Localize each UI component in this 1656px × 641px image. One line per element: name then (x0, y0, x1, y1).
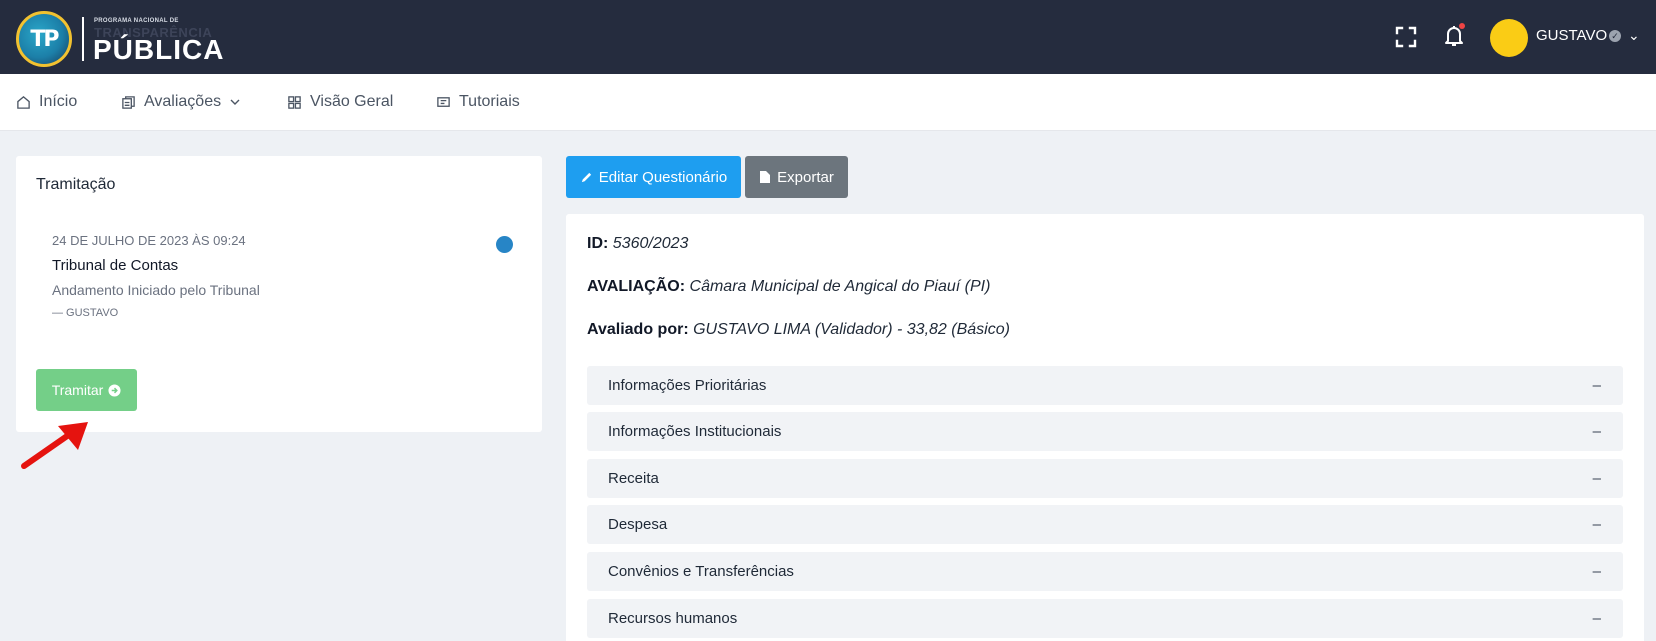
notification-dot (1459, 23, 1465, 29)
logo-icon[interactable]: TP (16, 11, 72, 67)
nav-label: Visão Geral (310, 93, 394, 110)
arrow-circle-right-icon (108, 383, 121, 397)
id-value: 5360/2023 (612, 235, 689, 252)
avaliacao-label: AVALIAÇÃO: (587, 278, 686, 295)
edit-label: Editar Questionário (598, 168, 728, 186)
section-label: Informações Institucionais (608, 423, 782, 440)
nav-label: Tutoriais (459, 93, 520, 110)
timeline-description: Andamento Iniciado pelo Tribunal (52, 282, 260, 298)
tramitar-button[interactable]: Tramitar (36, 369, 137, 411)
collapse-icon[interactable]: – (1593, 377, 1601, 394)
nav-label: Avaliações (144, 93, 222, 110)
id-label: ID: (587, 235, 609, 252)
nav-label: Início (39, 93, 78, 110)
section-label: Convênios e Transferências (608, 563, 794, 580)
section-informacoes-prioritarias[interactable]: Informações Prioritárias – (587, 366, 1623, 405)
nav-item-inicio[interactable]: Início (16, 93, 77, 111)
export-button[interactable]: Exportar (745, 156, 848, 198)
export-label: Exportar (777, 168, 834, 186)
section-label: Receita (608, 470, 659, 487)
avaliado-value: GUSTAVO LIMA (Validador) - 33,82 (Básico… (693, 321, 1010, 338)
file-icon (760, 171, 771, 183)
section-label: Recursos humanos (608, 610, 738, 627)
section-informacoes-institucionais[interactable]: Informações Institucionais – (587, 412, 1623, 451)
edit-questionnaire-button[interactable]: Editar Questionário (566, 156, 741, 198)
section-recursos-humanos[interactable]: Recursos humanos – (587, 599, 1623, 638)
fullscreen-icon[interactable] (1394, 25, 1418, 49)
evaluation-id: ID: 5360/2023 (587, 235, 688, 253)
section-convenios-transferencias[interactable]: Convênios e Transferências – (587, 552, 1623, 591)
collapse-icon[interactable]: – (1593, 516, 1601, 533)
logo-mark: TP (30, 26, 59, 52)
evaluation-name: AVALIAÇÃO: Câmara Municipal de Angical d… (587, 278, 990, 296)
evaluation-details-card: ID: 5360/2023 AVALIAÇÃO: Câmara Municipa… (566, 214, 1644, 641)
bell-icon[interactable] (1441, 22, 1467, 50)
timeline-title: Tribunal de Contas (52, 257, 179, 274)
grid-icon (288, 95, 301, 109)
chevron-down-icon[interactable]: ⌄ (1628, 27, 1640, 44)
collapse-icon[interactable]: – (1593, 423, 1601, 440)
chevron-down-icon (230, 99, 240, 105)
avaliado-label: Avaliado por: (587, 321, 689, 338)
timeline-user: — GUSTAVO (52, 307, 119, 319)
collapse-icon[interactable]: – (1593, 610, 1601, 627)
annotation-arrow-icon (21, 422, 88, 469)
section-despesa[interactable]: Despesa – (587, 505, 1623, 544)
home-icon (17, 95, 30, 109)
top-bar: TP PROGRAMA NACIONAL DE TRANSPARÊNCIA PÚ… (0, 0, 1656, 74)
logo-divider (82, 17, 84, 61)
timeline-dot (496, 236, 513, 253)
nav-item-tutoriais[interactable]: Tutoriais (436, 93, 520, 111)
evaluated-by: Avaliado por: GUSTAVO LIMA (Validador) -… (587, 321, 1010, 339)
check-circle-icon: ✓ (1609, 30, 1621, 42)
copy-icon (122, 95, 135, 109)
pencil-icon (581, 172, 591, 182)
logo-title[interactable]: PÚBLICA (93, 34, 224, 66)
section-label: Despesa (608, 516, 668, 533)
video-icon (437, 96, 450, 107)
collapse-icon[interactable]: – (1593, 563, 1601, 580)
tramitacao-card: Tramitação 24 DE JULHO DE 2023 ÀS 09:24 … (16, 156, 542, 432)
avaliacao-value: Câmara Municipal de Angical do Piauí (PI… (689, 278, 991, 295)
nav-item-avaliacoes[interactable]: Avaliações (121, 93, 241, 111)
user-name[interactable]: GUSTAVO (1536, 27, 1607, 44)
card-title: Tramitação (36, 176, 116, 193)
tramitar-label: Tramitar (51, 382, 104, 398)
section-receita[interactable]: Receita – (587, 459, 1623, 498)
logo-subtitle: PROGRAMA NACIONAL DE (94, 18, 179, 24)
section-label: Informações Prioritárias (608, 377, 767, 394)
avatar[interactable] (1490, 19, 1528, 57)
collapse-icon[interactable]: – (1593, 470, 1601, 487)
timeline-date: 24 DE JULHO DE 2023 ÀS 09:24 (52, 233, 246, 248)
main-nav: Início Avaliações Visão Geral Tutoriais (0, 74, 1656, 131)
nav-item-visao-geral[interactable]: Visão Geral (287, 93, 393, 111)
